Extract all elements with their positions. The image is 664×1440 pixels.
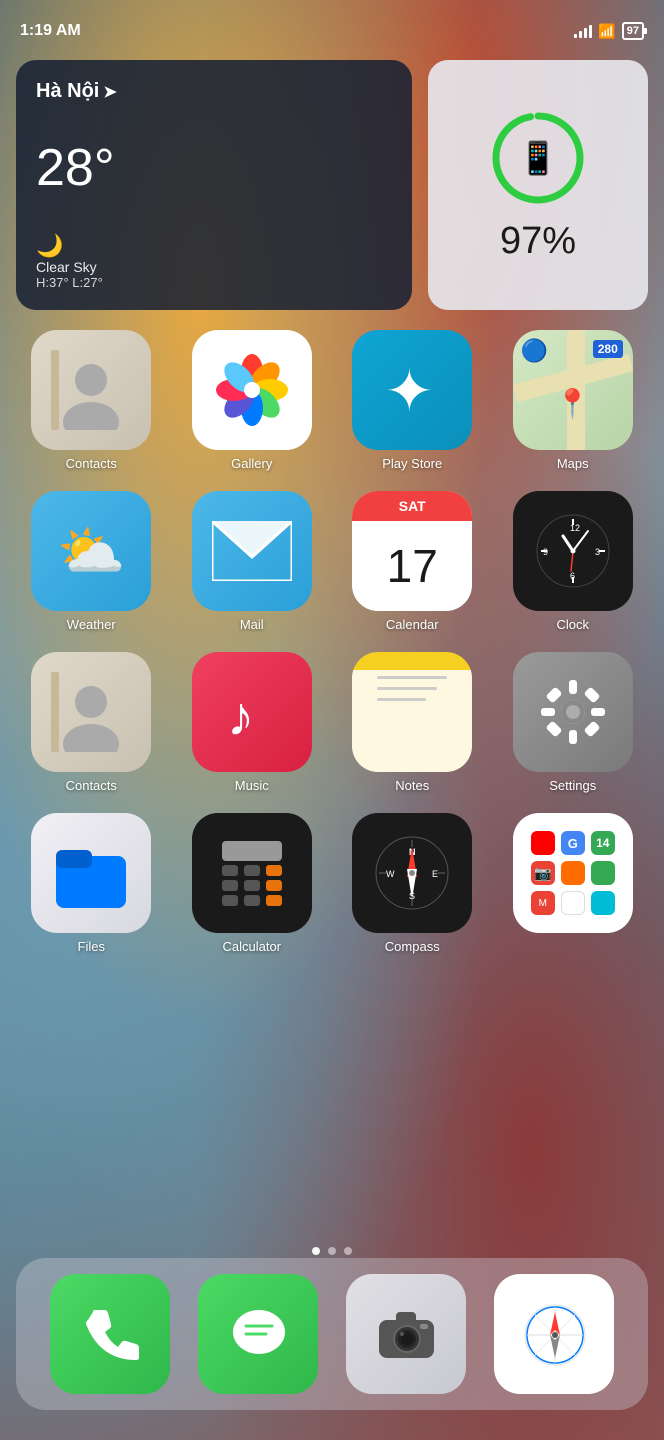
app-contacts[interactable]: Contacts	[16, 330, 167, 471]
calendar-date: 17	[387, 539, 438, 593]
svg-text:12: 12	[570, 523, 580, 533]
battery-circle: 📱	[488, 108, 588, 208]
wifi-icon: 📶	[598, 23, 615, 40]
dock-app-camera[interactable]	[346, 1274, 466, 1394]
clock-label: Clock	[556, 617, 589, 632]
app-settings[interactable]: Settings	[498, 652, 649, 793]
contacts-icon	[31, 330, 151, 450]
signal-icon	[574, 24, 592, 38]
app-grid: Contacts Gallery ✦ Play St	[16, 330, 648, 954]
calculator-icon	[192, 813, 312, 933]
contacts2-icon	[31, 652, 151, 772]
app-mail[interactable]: Mail	[177, 491, 328, 632]
app-google-folder[interactable]: G 14 📷 M	[498, 813, 649, 954]
notes-lines	[377, 676, 447, 701]
dock	[16, 1258, 648, 1410]
calendar-label: Calendar	[386, 617, 439, 632]
app-maps[interactable]: 280 📍 🔵 Maps	[498, 330, 649, 471]
camera-icon	[346, 1274, 466, 1394]
calendar-day: SAT	[399, 498, 426, 514]
battery-widget[interactable]: 📱 97%	[428, 60, 648, 310]
battery-percent: 97%	[500, 220, 576, 263]
dock-app-messages[interactable]	[198, 1274, 318, 1394]
phone-icon: 📱	[518, 139, 558, 177]
phone-icon	[50, 1274, 170, 1394]
app-calendar[interactable]: SAT 17 Calendar	[337, 491, 488, 632]
app-music[interactable]: ♪ Music	[177, 652, 328, 793]
svg-text:W: W	[386, 869, 395, 879]
gallery-label: Gallery	[231, 456, 272, 471]
svg-text:✦: ✦	[385, 359, 434, 424]
status-bar: 1:19 AM 📶 97	[0, 0, 664, 50]
gallery-icon	[192, 330, 312, 450]
svg-text:6: 6	[570, 571, 575, 581]
calendar-icon: SAT 17	[352, 491, 472, 611]
weather-condition: Clear Sky	[36, 259, 392, 275]
music-icon: ♪	[192, 652, 312, 772]
dot-3[interactable]	[344, 1247, 352, 1255]
moon-icon: 🌙	[36, 233, 392, 259]
weather-label: Weather	[67, 617, 116, 632]
messages-icon	[198, 1274, 318, 1394]
app-notes[interactable]: Notes	[337, 652, 488, 793]
dot-2[interactable]	[328, 1247, 336, 1255]
weather-icon: ⛅	[31, 491, 151, 611]
dock-app-safari[interactable]	[494, 1274, 614, 1394]
app-clock[interactable]: 12 3 6 9 Clock	[498, 491, 649, 632]
compass-icon: N E S W	[352, 813, 472, 933]
svg-text:9: 9	[543, 547, 548, 557]
dot-1[interactable]	[312, 1247, 320, 1255]
weather-city: Hà Nội ➤	[36, 80, 392, 103]
compass-label: Compass	[385, 939, 440, 954]
svg-text:3: 3	[595, 547, 600, 557]
app-calculator[interactable]: Calculator	[177, 813, 328, 954]
google-folder-icon: G 14 📷 M	[513, 813, 633, 933]
weather-widget[interactable]: Hà Nội ➤ 28° 🌙 Clear Sky H:37° L:27°	[16, 60, 412, 310]
files-label: Files	[78, 939, 105, 954]
app-playstore[interactable]: ✦ Play Store	[337, 330, 488, 471]
page-dots	[312, 1247, 352, 1255]
widgets-area: Hà Nội ➤ 28° 🌙 Clear Sky H:37° L:27° 📱 9…	[16, 60, 648, 310]
contacts2-label: Contacts	[66, 778, 117, 793]
mail-label: Mail	[240, 617, 264, 632]
dock-app-phone[interactable]	[50, 1274, 170, 1394]
svg-text:♪: ♪	[227, 685, 255, 747]
app-gallery[interactable]: Gallery	[177, 330, 328, 471]
playstore-label: Play Store	[382, 456, 442, 471]
app-contacts2[interactable]: Contacts	[16, 652, 167, 793]
app-weather[interactable]: ⛅ Weather	[16, 491, 167, 632]
clock-icon: 12 3 6 9	[513, 491, 633, 611]
mail-icon	[192, 491, 312, 611]
notes-icon	[352, 652, 472, 772]
weather-highlow: H:37° L:27°	[36, 275, 392, 290]
app-compass[interactable]: N E S W Compass	[337, 813, 488, 954]
time: 1:19 AM	[20, 22, 81, 40]
music-label: Music	[235, 778, 269, 793]
contacts-label: Contacts	[66, 456, 117, 471]
settings-icon	[513, 652, 633, 772]
maps-label: Maps	[557, 456, 589, 471]
files-icon	[31, 813, 151, 933]
battery-icon: 97	[622, 22, 644, 40]
notes-label: Notes	[395, 778, 429, 793]
svg-text:E: E	[432, 869, 438, 879]
location-icon: ➤	[103, 82, 116, 102]
app-files[interactable]: Files	[16, 813, 167, 954]
playstore-icon: ✦	[352, 330, 472, 450]
settings-label: Settings	[549, 778, 596, 793]
status-icons: 📶 97	[574, 22, 644, 40]
safari-icon	[494, 1274, 614, 1394]
weather-temp: 28°	[36, 142, 392, 194]
maps-icon: 280 📍 🔵	[513, 330, 633, 450]
calculator-label: Calculator	[222, 939, 281, 954]
